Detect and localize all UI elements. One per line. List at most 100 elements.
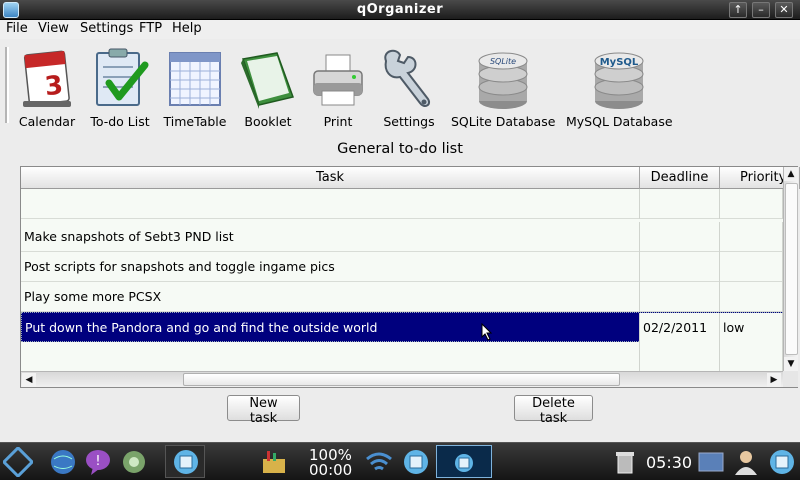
deadline-cell[interactable] — [640, 252, 720, 282]
scrollbar-corner — [783, 371, 798, 387]
todo-table[interactable]: Task Deadline Priority Make snapshots of… — [20, 166, 800, 388]
priority-cell[interactable]: low — [720, 313, 783, 343]
svg-text:MySQL: MySQL — [600, 57, 639, 68]
file-manager-icon[interactable] — [259, 447, 289, 477]
menu-settings[interactable]: Settings — [78, 21, 135, 36]
scroll-up-arrow-icon[interactable]: ▲ — [784, 167, 798, 181]
qorganizer-window-icon — [455, 454, 473, 472]
toolbar-calendar[interactable]: 3 Calendar — [17, 43, 77, 129]
table-row[interactable]: Post scripts for snapshots and toggle in… — [21, 252, 783, 282]
new-task-button[interactable]: New task — [227, 395, 300, 426]
toolbar-label: To-do List — [90, 114, 150, 129]
priority-cell[interactable] — [720, 189, 783, 219]
deadline-cell[interactable] — [640, 189, 720, 219]
sqlite-database-icon: SQLite — [478, 52, 528, 109]
toolbar-sqlite-database[interactable]: SQLite SQLite Database — [451, 43, 556, 129]
toolbar-print[interactable]: Print — [309, 43, 367, 129]
wrench-icon — [384, 49, 430, 107]
mysql-database-icon: MySQL — [594, 52, 644, 109]
table-body: Make snapshots of Sebt3 PND list Post sc… — [21, 189, 783, 371]
scroll-down-arrow-icon[interactable]: ▼ — [784, 357, 798, 371]
network-settings-icon[interactable] — [119, 447, 149, 477]
taskbar: ! 100% 00:00 05:30 — [0, 442, 800, 480]
column-header-deadline[interactable]: Deadline — [640, 167, 720, 189]
toolbar-label: TimeTable — [163, 114, 227, 129]
toolbar-label: Calendar — [18, 114, 76, 129]
vertical-scrollbar[interactable]: ▲ ▼ — [783, 167, 798, 371]
timetable-icon — [169, 52, 221, 106]
table-row-selected[interactable]: Put down the Pandora and go and find the… — [21, 312, 783, 343]
priority-cell[interactable] — [720, 252, 783, 282]
toolbar-label: Settings — [383, 114, 435, 129]
priority-cell[interactable] — [720, 342, 783, 371]
close-button[interactable]: ✕ — [775, 2, 793, 18]
menu-ftp[interactable]: FTP — [137, 21, 164, 36]
mouse-cursor-icon — [481, 323, 493, 341]
table-header: Task Deadline Priority — [21, 167, 800, 189]
toolbar-label: SQLite Database — [451, 114, 556, 129]
chat-icon[interactable]: ! — [83, 447, 113, 477]
deadline-cell[interactable]: 02/2/2011 — [640, 313, 720, 343]
task-cell[interactable]: Put down the Pandora and go and find the… — [22, 313, 640, 343]
column-header-task[interactable]: Task — [21, 167, 640, 189]
toolbar-mysql-database[interactable]: MySQL MySQL Database — [566, 43, 673, 129]
minimize-button[interactable]: – — [752, 2, 770, 18]
toolbar-timetable[interactable]: TimeTable — [162, 43, 228, 129]
table-row[interactable]: Make snapshots of Sebt3 PND list — [21, 222, 783, 252]
deadline-cell[interactable] — [640, 342, 720, 371]
toolbar: 3 Calendar To-do List TimeTable Booklet … — [0, 39, 800, 129]
qorganizer-taskbar-icon[interactable] — [401, 447, 431, 477]
menu-view[interactable]: View — [36, 21, 71, 36]
table-row[interactable] — [21, 189, 783, 219]
toolbar-grip[interactable] — [5, 47, 9, 123]
deadline-cell[interactable] — [640, 222, 720, 252]
printer-icon — [313, 54, 363, 106]
delete-task-button[interactable]: Delete task — [514, 395, 593, 426]
wifi-icon[interactable] — [364, 447, 394, 477]
active-window-button[interactable] — [436, 445, 492, 478]
svg-text:!: ! — [95, 454, 100, 469]
menu-help[interactable]: Help — [170, 21, 204, 36]
todo-list-icon — [96, 48, 149, 106]
toolbar-label: Print — [323, 114, 353, 129]
horizontal-scroll-thumb[interactable] — [183, 373, 620, 386]
table-row[interactable] — [21, 342, 783, 371]
toolbar-label: MySQL Database — [566, 114, 673, 129]
toolbar-todo-list[interactable]: To-do List — [89, 43, 151, 129]
booklet-icon — [241, 52, 294, 109]
vertical-scroll-thumb[interactable] — [785, 183, 798, 355]
menu-file[interactable]: File — [4, 21, 30, 36]
calendar-icon: 3 — [23, 50, 71, 107]
toolbar-settings[interactable]: Settings — [378, 43, 440, 129]
web-browser-icon[interactable] — [48, 447, 78, 477]
qorganizer-tray-icon[interactable] — [767, 447, 797, 477]
toolbar-booklet[interactable]: Booklet — [240, 43, 296, 129]
priority-cell[interactable] — [720, 282, 783, 312]
task-cell[interactable] — [21, 189, 640, 219]
scroll-right-arrow-icon[interactable]: ▶ — [767, 373, 781, 387]
trash-icon[interactable] — [610, 447, 640, 477]
toolbar-label: Booklet — [244, 114, 292, 129]
table-row[interactable]: Play some more PCSX — [21, 282, 783, 312]
timer-readout: 00:00 — [309, 461, 353, 479]
window-up-button[interactable]: ↑ — [729, 2, 747, 18]
priority-cell[interactable] — [720, 222, 783, 252]
user-logout-icon[interactable] — [731, 447, 761, 477]
start-menu-icon[interactable] — [3, 447, 33, 477]
window-title: qOrganizer — [356, 2, 444, 17]
svg-text:3: 3 — [43, 70, 64, 102]
menu-bar: File View Settings FTP Help — [0, 20, 800, 39]
task-cell[interactable] — [21, 342, 640, 371]
svg-text:SQLite: SQLite — [490, 57, 516, 66]
horizontal-scrollbar[interactable]: ◀ ▶ — [21, 371, 783, 387]
deadline-cell[interactable] — [640, 282, 720, 312]
title-bar: qOrganizer ↑ – ✕ — [0, 0, 800, 20]
list-title: General to-do list — [337, 141, 463, 157]
task-cell[interactable]: Play some more PCSX — [21, 282, 640, 312]
task-cell[interactable]: Make snapshots of Sebt3 PND list — [21, 222, 640, 252]
task-cell[interactable]: Post scripts for snapshots and toggle in… — [21, 252, 640, 282]
clock[interactable]: 05:30 — [646, 455, 692, 471]
scroll-left-arrow-icon[interactable]: ◀ — [22, 373, 36, 387]
qorganizer-launcher-icon[interactable] — [171, 447, 201, 477]
show-desktop-icon[interactable] — [696, 447, 726, 477]
